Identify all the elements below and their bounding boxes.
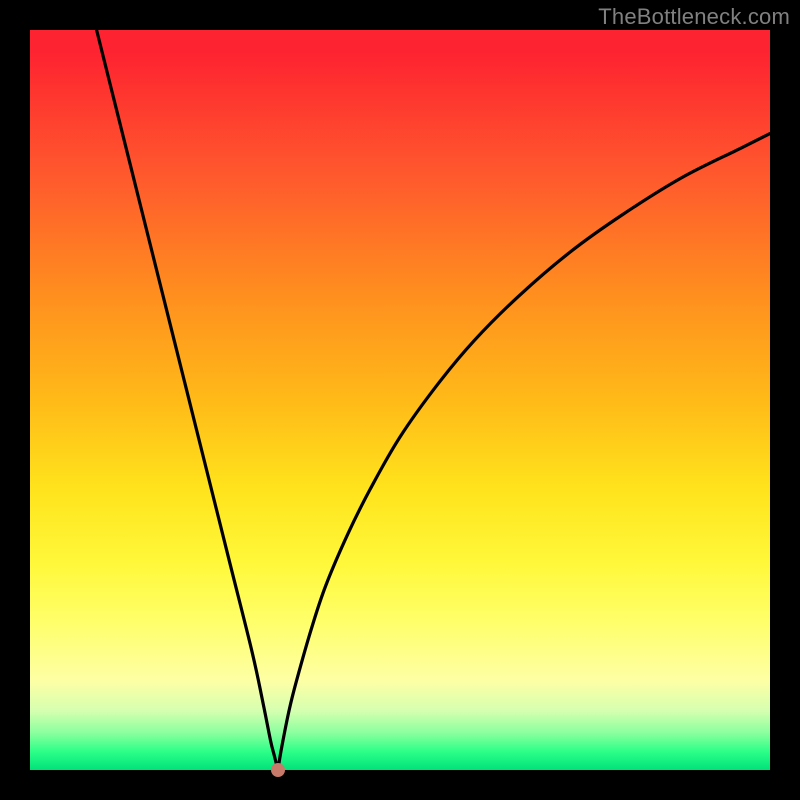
bottleneck-curve: [30, 30, 770, 770]
curve-right-branch: [278, 134, 770, 770]
chart-plot-area: [30, 30, 770, 770]
optimal-point-marker: [271, 763, 285, 777]
watermark-text: TheBottleneck.com: [598, 4, 790, 30]
curve-left-branch: [97, 30, 278, 770]
